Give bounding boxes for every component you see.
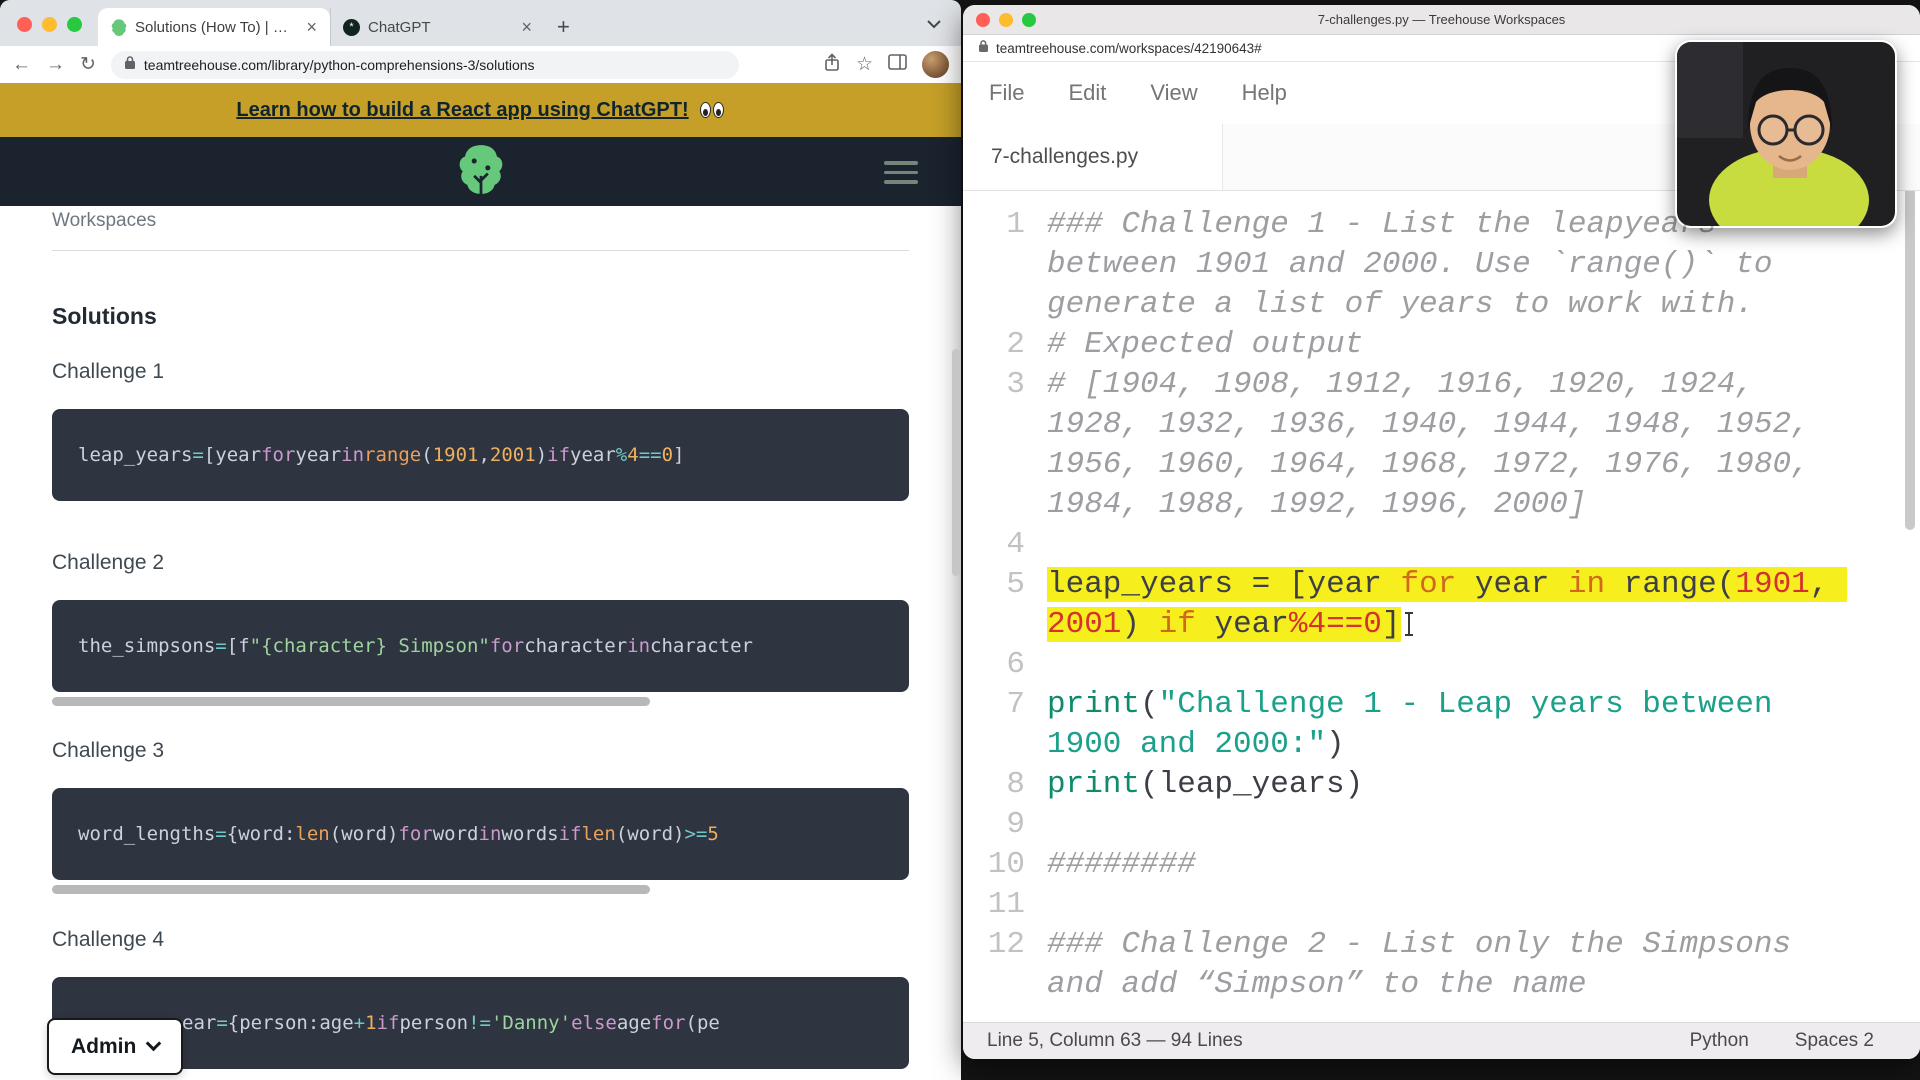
tab-chatgpt[interactable]: * ChatGPT × [330, 8, 545, 46]
editor-line[interactable]: 2# Expected output [963, 325, 1920, 365]
editor-lines: 1### Challenge 1 - List the leapyears be… [963, 205, 1920, 1005]
zoom-window-button[interactable] [67, 17, 82, 32]
lock-icon [124, 55, 136, 75]
menu-view[interactable]: View [1150, 80, 1197, 106]
solutions-page: Workspaces Solutions Challenge 1 leap_ye… [0, 210, 961, 1069]
promo-banner-text: Learn how to build a React app using Cha… [236, 99, 688, 122]
tab-solutions[interactable]: Solutions (How To) | Python Co × [98, 8, 330, 46]
editor-line[interactable]: 5 leap_years = [year for year in range(19… [963, 565, 1920, 645]
share-icon[interactable] [823, 53, 841, 77]
line-number: 11 [963, 885, 1025, 925]
forward-icon[interactable]: → [46, 55, 65, 74]
divider [52, 250, 909, 251]
challenge-4-label: Challenge 4 [52, 928, 909, 952]
editor-vertical-scrollbar[interactable] [1905, 191, 1915, 530]
file-tab[interactable]: 7-challenges.py [963, 124, 1223, 190]
site-header [0, 137, 961, 206]
reload-icon[interactable]: ↻ [80, 55, 96, 74]
editor-line[interactable]: 9 [963, 805, 1920, 845]
chatgpt-favicon-icon: * [343, 19, 360, 36]
editor-line[interactable]: 4 [963, 525, 1920, 565]
challenge-1-label: Challenge 1 [52, 360, 909, 384]
editor-line[interactable]: 10######## [963, 845, 1920, 885]
challenge-1-code-block: leap_years = [year for year in range(190… [52, 409, 909, 501]
language-mode[interactable]: Python [1690, 1030, 1749, 1052]
horizontal-scrollbar[interactable] [52, 885, 909, 894]
hamburger-menu-icon[interactable] [884, 161, 918, 190]
treehouse-favicon-icon [110, 19, 127, 36]
admin-button-label: Admin [71, 1035, 136, 1059]
back-icon[interactable]: ← [12, 55, 31, 74]
challenge-3-label: Challenge 3 [52, 739, 909, 763]
selection-highlight: leap_years = [year for year in range(190… [1047, 567, 1847, 642]
editor-line[interactable]: 11 [963, 885, 1920, 925]
horizontal-scrollbar[interactable] [52, 697, 909, 706]
line-number: 9 [963, 805, 1025, 845]
eyes-emoji-icon [699, 102, 725, 118]
close-tab-icon[interactable]: × [518, 18, 535, 36]
new-tab-button[interactable]: + [545, 14, 582, 46]
challenge-2-label: Challenge 2 [52, 551, 909, 575]
editor-line[interactable]: 3# [1904, 1908, 1912, 1916, 1920, 1924, … [963, 365, 1920, 525]
chevron-down-icon [146, 1036, 162, 1052]
line-number: 5 [963, 565, 1025, 645]
treehouse-logo-icon[interactable] [458, 144, 504, 199]
url-text: teamtreehouse.com/library/python-compreh… [144, 57, 535, 73]
tab-search-chevron-icon[interactable] [907, 16, 961, 46]
line-number: 6 [963, 645, 1025, 685]
challenge-2-code-block: the_simpsons = [f"{character} Simpson" f… [52, 600, 909, 692]
close-window-button[interactable] [17, 17, 32, 32]
page-title: Solutions [52, 303, 909, 330]
close-tab-icon[interactable]: × [303, 18, 320, 36]
browser-window: Solutions (How To) | Python Co × * ChatG… [0, 0, 961, 1080]
line-number: 3 [963, 365, 1025, 525]
webcam-overlay [1675, 40, 1897, 228]
line-number: 12 [963, 925, 1025, 1005]
line-number: 4 [963, 525, 1025, 565]
line-number: 7 [963, 685, 1025, 765]
tab-title: Solutions (How To) | Python Co [135, 19, 295, 36]
menu-edit[interactable]: Edit [1068, 80, 1106, 106]
editor-line[interactable]: 7print("Challenge 1 - Leap years between… [963, 685, 1920, 765]
address-bar[interactable]: teamtreehouse.com/library/python-compreh… [111, 51, 739, 79]
admin-button[interactable]: Admin [47, 1018, 183, 1075]
code-editor[interactable]: 1### Challenge 1 - List the leapyears be… [963, 191, 1920, 1022]
bookmark-star-icon[interactable]: ☆ [856, 55, 873, 74]
line-number: 8 [963, 765, 1025, 805]
browser-vertical-scrollbar[interactable] [952, 349, 960, 576]
menu-file[interactable]: File [989, 80, 1024, 106]
line-number: 1 [963, 205, 1025, 325]
minimize-window-button[interactable] [42, 17, 57, 32]
toolbar-right-icons: ☆ [823, 51, 949, 78]
line-number: 10 [963, 845, 1025, 885]
editor-line[interactable]: 8print(leap_years) [963, 765, 1920, 805]
editor-line[interactable]: 12### Challenge 2 - List only the Simpso… [963, 925, 1920, 1005]
browser-tab-strip: Solutions (How To) | Python Co × * ChatG… [0, 0, 961, 46]
webcam-person [1677, 42, 1897, 228]
breadcrumb[interactable]: Workspaces [52, 210, 909, 232]
line-number: 2 [963, 325, 1025, 365]
profile-avatar[interactable] [922, 51, 949, 78]
editor-line[interactable]: 6 [963, 645, 1920, 685]
browser-toolbar: ← → ↻ teamtreehouse.com/library/python-c… [0, 46, 961, 83]
workspace-title-bar: 7-challenges.py — Treehouse Workspaces [963, 5, 1920, 35]
window-title: 7-challenges.py — Treehouse Workspaces [963, 12, 1920, 27]
promo-banner-link[interactable]: Learn how to build a React app using Cha… [0, 83, 961, 137]
window-controls [0, 17, 98, 46]
indent-setting[interactable]: Spaces 2 [1795, 1030, 1874, 1052]
challenge-3-code-block: word_lengths = {word: len(word) for word… [52, 788, 909, 880]
url-text: teamtreehouse.com/workspaces/42190643# [996, 41, 1262, 56]
tab-title: ChatGPT [368, 19, 510, 36]
side-panel-icon[interactable] [888, 54, 907, 75]
cursor-position-text: Line 5, Column 63 — 94 Lines [987, 1030, 1243, 1052]
text-cursor-ibeam [1408, 612, 1410, 636]
menu-help[interactable]: Help [1242, 80, 1287, 106]
editor-status-bar: Line 5, Column 63 — 94 Lines Python Spac… [963, 1022, 1920, 1059]
lock-icon [978, 39, 989, 58]
